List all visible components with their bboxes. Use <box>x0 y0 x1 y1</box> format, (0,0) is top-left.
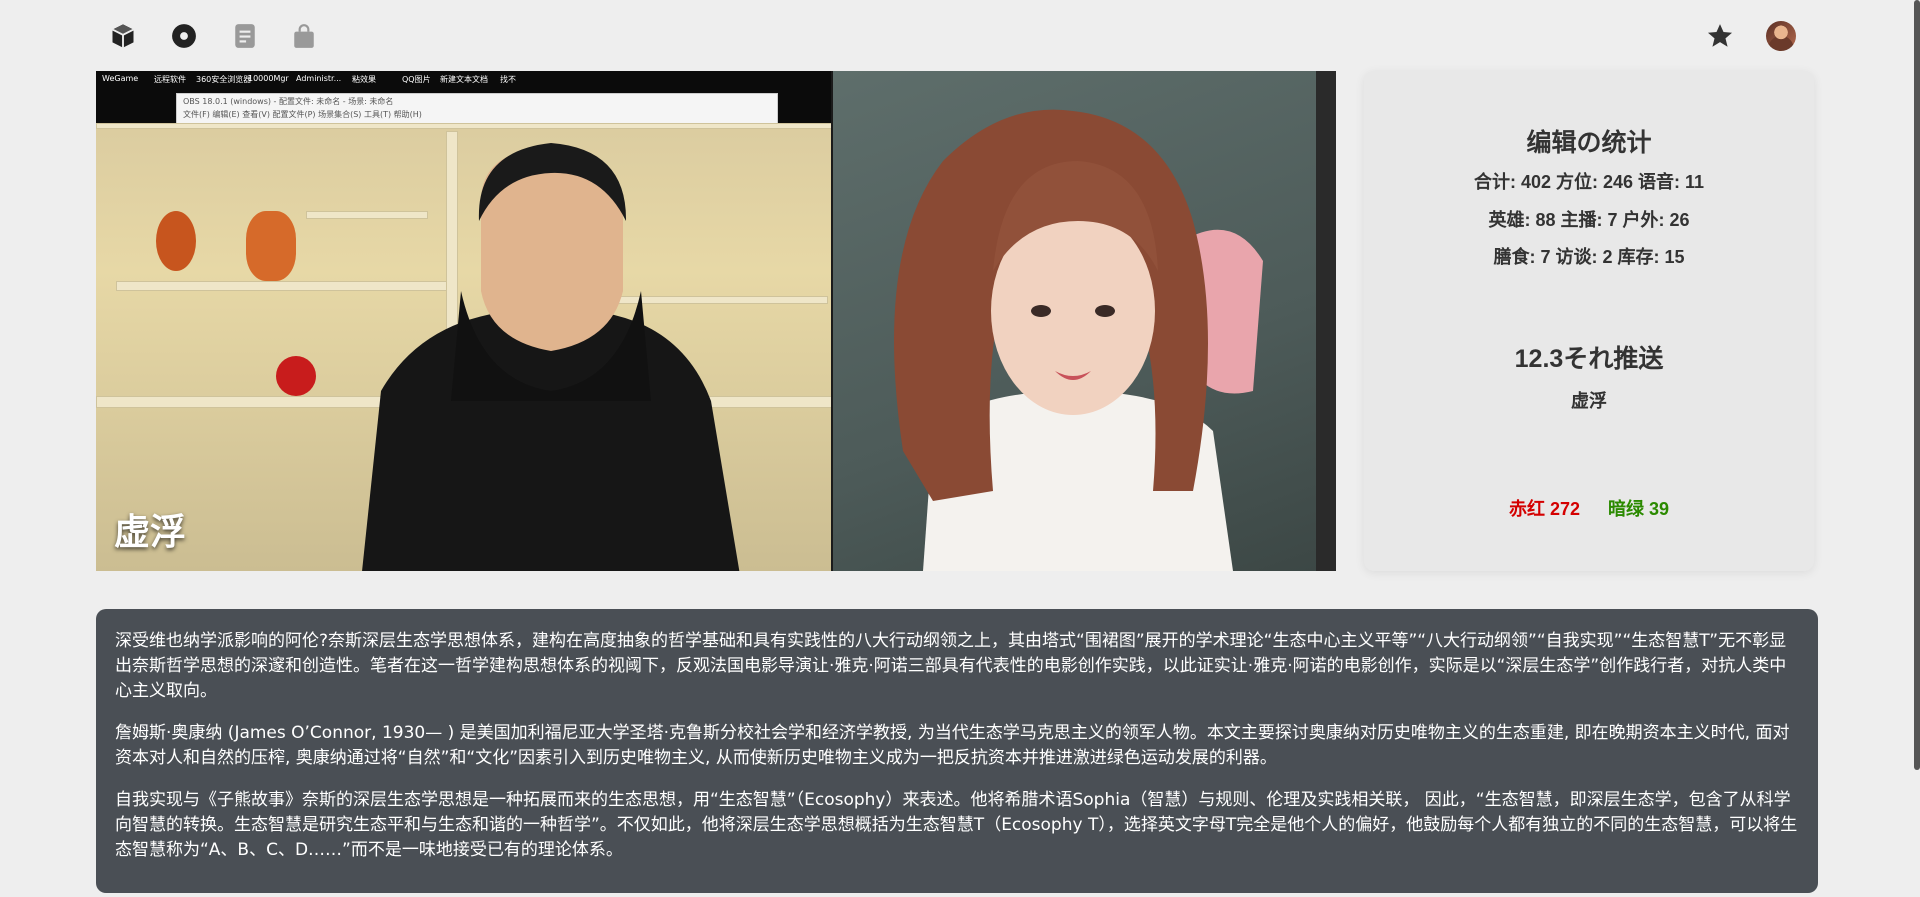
vote-red-button[interactable]: 赤红 272 <box>1509 499 1580 519</box>
disc-icon[interactable] <box>167 19 201 53</box>
desktop-item: 360安全浏览器 <box>196 75 252 84</box>
desktop-item: 10000Mgr <box>248 74 289 83</box>
desktop-item: 找不 <box>500 75 516 84</box>
vote-row: 赤红 272 暗绿 39 <box>1364 495 1814 521</box>
desktop-item: 粘效果 <box>352 75 376 84</box>
stats-line: 合计: 402 方位: 246 语音: 11 <box>1473 172 1705 192</box>
page-scrollbar[interactable] <box>1914 0 1920 770</box>
document-icon[interactable] <box>228 19 262 53</box>
article-paragraph: 詹姆斯·奥康纳 (James O’Connor, 1930— ) 是美国加利福尼… <box>115 723 1790 768</box>
stats-line: 英雄: 88 主播: 7 户外: 26 <box>1488 210 1690 230</box>
desktop-item: Administr... <box>296 74 342 83</box>
push-title: 12.3それ推送 <box>1514 345 1664 373</box>
stream-right-pane <box>833 71 1316 571</box>
stats-title: 编辑の统计 <box>1526 129 1652 157</box>
obs-window: OBS 18.0.1 (windows) - 配置文件: 未命名 - 场景: 未… <box>176 93 778 125</box>
article-panel: 深受维也纳学派影响的阿伦?奈斯深层生态学思想体系，建构在高度抽象的哲学基础和具有… <box>96 609 1818 893</box>
article-paragraph: 自我实现与《子熊故事》奈斯的深层生态学思想是一种拓展而来的生态思想，用“生态智慧… <box>115 790 1798 860</box>
streamer-right <box>894 109 1263 571</box>
shelf <box>96 123 831 129</box>
toy-figure <box>276 356 316 396</box>
desktop-item: 远程软件 <box>154 75 186 84</box>
video-player[interactable]: WeGame 远程软件 360安全浏览器 10000Mgr Administr.… <box>96 71 1336 571</box>
stream-left-pane: WeGame 远程软件 360安全浏览器 10000Mgr Administr.… <box>96 71 831 571</box>
stats-panel: 编辑の统计 合计: 402 方位: 246 语音: 11 英雄: 88 主播: … <box>1364 71 1814 571</box>
desktop-item: QQ图片 <box>402 75 431 84</box>
avatar[interactable] <box>1766 21 1796 51</box>
bag-icon[interactable] <box>287 19 321 53</box>
article-paragraph: 深受维也纳学派影响的阿伦?奈斯深层生态学思想体系，建构在高度抽象的哲学基础和具有… <box>115 631 1787 701</box>
obs-menu: 文件(F) 编辑(E) 查看(V) 配置文件(P) 场景集合(S) 工具(T) … <box>183 110 422 119</box>
stats-line: 膳食: 7 访谈: 2 库存: 15 <box>1493 247 1685 267</box>
streamer-caption: 虚浮 <box>114 512 187 553</box>
star-icon[interactable] <box>1703 19 1737 53</box>
vote-green-button[interactable]: 暗绿 39 <box>1608 499 1669 519</box>
video-edge <box>1316 71 1336 571</box>
desktop-item: WeGame <box>102 74 139 83</box>
top-nav <box>0 0 1920 72</box>
obs-title: OBS 18.0.1 (windows) - 配置文件: 未命名 - 场景: 未… <box>183 97 394 106</box>
streamer-left <box>362 143 740 571</box>
cube-icon[interactable] <box>106 19 140 53</box>
push-streamer-name: 虚浮 <box>1571 391 1607 411</box>
desktop-taskbar: WeGame 远程软件 360安全浏览器 10000Mgr Administr.… <box>96 71 831 125</box>
toy-figure <box>246 211 296 281</box>
desktop-item: 新建文本文档 <box>440 75 488 84</box>
toy-figure <box>156 211 196 271</box>
